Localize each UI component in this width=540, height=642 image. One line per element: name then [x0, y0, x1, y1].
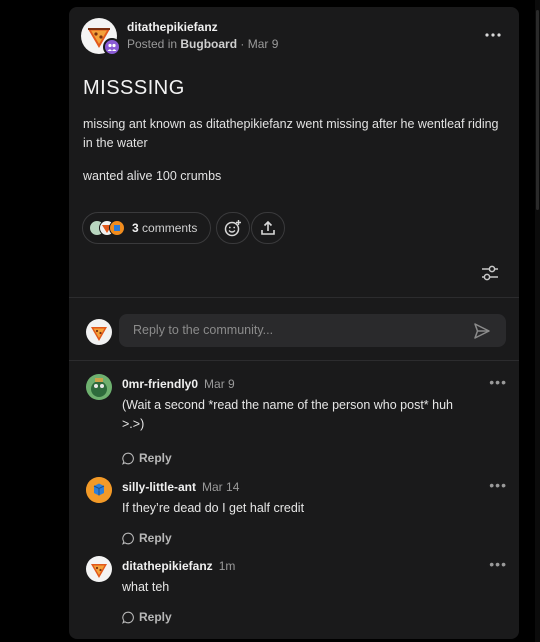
- speech-bubble-icon: [122, 611, 134, 624]
- reply-label: Reply: [139, 531, 172, 545]
- post-meta: Posted in Bugboard · Mar 9: [127, 37, 278, 51]
- meta-separator: ·: [237, 37, 248, 51]
- more-options-icon[interactable]: [483, 26, 503, 40]
- post-card: ditathepikiefanz Posted in Bugboard · Ma…: [69, 7, 519, 639]
- comment-item: ditathepikiefanz 1m ••• what teh Reply: [86, 556, 511, 626]
- share-icon: [261, 220, 275, 235]
- post-date: Mar 9: [247, 37, 279, 51]
- post-body: missing ant known as ditathepikiefanz we…: [83, 115, 508, 200]
- reply-label: Reply: [139, 610, 172, 624]
- sort-filter-icon[interactable]: [480, 264, 500, 282]
- comment-item: 0mr-friendly0 Mar 9 ••• (Wait a second *r…: [86, 374, 511, 465]
- comment-count-label: comments: [138, 221, 198, 235]
- comment-author[interactable]: ditathepikiefanz: [122, 559, 213, 573]
- comment-more-icon[interactable]: •••: [489, 556, 507, 572]
- page-scrollbar-thumb[interactable]: [536, 10, 539, 210]
- comment-author[interactable]: 0mr-friendly0: [122, 377, 198, 391]
- comment-header: 0mr-friendly0 Mar 9: [122, 377, 235, 391]
- divider: [69, 297, 519, 298]
- community-icon: [103, 38, 121, 56]
- divider: [69, 360, 519, 361]
- add-reaction-button[interactable]: [216, 212, 250, 244]
- comment-text: (Wait a second *read the name of the per…: [122, 398, 453, 431]
- current-user-avatar: [86, 319, 112, 345]
- add-reaction-icon: [224, 220, 241, 237]
- reply-label: Reply: [139, 451, 172, 465]
- commenter-avatar[interactable]: [86, 556, 112, 582]
- comment-more-icon[interactable]: •••: [489, 477, 507, 493]
- commenter-avatar: [109, 220, 125, 236]
- send-icon[interactable]: [473, 322, 491, 340]
- comment-date: Mar 14: [202, 480, 240, 494]
- commenter-avatar[interactable]: [86, 374, 112, 400]
- post-header: ditathepikiefanz Posted in Bugboard · Ma…: [81, 18, 511, 58]
- post-author[interactable]: ditathepikiefanz: [127, 20, 218, 34]
- comment-count: 3 comments: [132, 221, 197, 235]
- comment-text: what teh: [122, 580, 170, 594]
- comment-count-number: 3: [132, 221, 139, 235]
- comment-header: ditathepikiefanz 1m: [122, 559, 235, 573]
- comment-author[interactable]: silly-little-ant: [122, 480, 196, 494]
- post-body-paragraph: missing ant known as ditathepikiefanz we…: [83, 117, 499, 150]
- community-link[interactable]: Bugboard: [180, 37, 237, 51]
- reply-input[interactable]: Reply to the community...: [119, 314, 506, 347]
- post-body-paragraph: wanted alive 100 crumbs: [83, 169, 222, 183]
- comment-date: 1m: [218, 559, 236, 573]
- comment-date: Mar 9: [204, 377, 235, 391]
- comment-item: silly-little-ant Mar 14 ••• If they’re de…: [86, 477, 511, 547]
- speech-bubble-icon: [122, 532, 134, 545]
- comments-button[interactable]: 3 comments: [82, 212, 211, 244]
- commenter-avatar[interactable]: [86, 477, 112, 503]
- comment-text: If they’re dead do I get half credit: [122, 501, 305, 515]
- reply-placeholder: Reply to the community...: [133, 323, 274, 337]
- speech-bubble-icon: [122, 452, 134, 465]
- post-title: MISSSING: [83, 77, 185, 99]
- comment-header: silly-little-ant Mar 14: [122, 480, 239, 494]
- share-button[interactable]: [251, 212, 285, 244]
- posted-prefix: Posted in: [127, 37, 181, 51]
- comment-more-icon[interactable]: •••: [489, 374, 507, 390]
